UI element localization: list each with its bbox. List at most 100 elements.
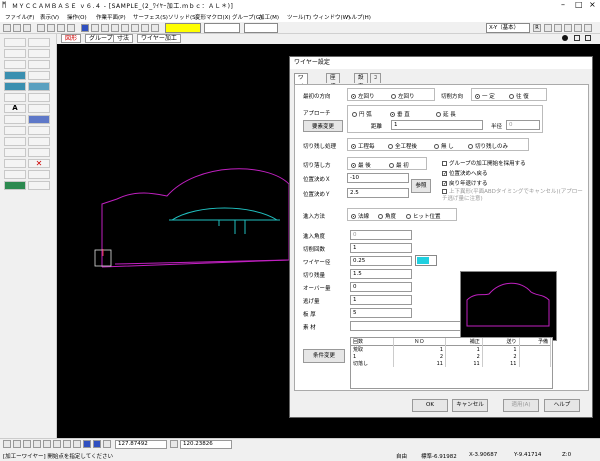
wire-tool-icon[interactable] [28,115,50,124]
pos-x-input[interactable]: -10 [347,173,409,183]
entry-angle-input[interactable]: 0 [350,230,412,240]
entry-angle-radio[interactable]: 角度 [378,212,396,220]
ok-button[interactable]: OK [412,399,448,412]
layer-icon[interactable] [81,24,89,32]
move-tool-icon[interactable] [4,126,26,135]
tab-wire-settings[interactable]: ワイヤー [294,73,308,108]
entry-normal-radio[interactable]: 法線 [351,212,369,220]
approach-extend-radio[interactable]: 延 長 [436,110,456,118]
tab-corner[interactable]: ｺｰﾅｰ [370,73,381,108]
view-3d-icon[interactable] [584,24,592,32]
snap-end-icon[interactable] [3,440,11,448]
color-select[interactable] [165,23,201,33]
save-icon[interactable] [23,24,31,32]
distance-input[interactable]: 1 [391,120,483,130]
layer-tool-icon[interactable] [28,170,50,179]
sim-tool-icon[interactable] [28,181,50,190]
zoom-icon[interactable] [91,24,99,32]
cut-icon[interactable] [47,24,55,32]
coord-mode-icon[interactable] [170,440,178,448]
help-button[interactable]: ヘルプ [544,399,580,412]
extrude-tool-icon[interactable] [28,82,50,91]
surface-tool-icon[interactable] [4,71,26,80]
minimize-icon[interactable]: – [561,1,565,9]
remain-input[interactable]: 1.5 [350,269,412,279]
approach-arc-radio[interactable]: 円 弧 [352,110,372,118]
group-start-checkbox[interactable]: グループの加工開始を採用する [442,159,526,167]
menu-workplane[interactable]: 作業平面(P) [96,13,126,21]
cancel-button[interactable]: キャンセル [452,399,488,412]
copy-tool-icon[interactable] [4,148,26,157]
view-top-icon[interactable] [544,24,552,32]
coord-y-field[interactable]: 120.23826 [180,440,232,449]
delete-tool-icon[interactable]: ✕ [28,159,50,168]
snap-abs-icon[interactable] [103,440,111,448]
menu-machining[interactable]: 加工(M) [259,13,279,21]
menu-help[interactable]: ヘルプ(H) [346,13,371,21]
measure-tool-icon[interactable] [4,170,26,179]
view-front-icon[interactable] [554,24,562,32]
return-retract-checkbox[interactable]: ✓ 戻り年退けする [442,179,488,187]
menu-group[interactable]: グループ(G) [232,13,262,21]
new-icon[interactable] [3,24,11,32]
snap-dot-icon[interactable] [562,35,568,41]
cutoff-each-radio[interactable]: 工程毎 [351,142,375,150]
maximize-icon[interactable]: □ [575,1,583,9]
snap-tangent-icon[interactable] [53,440,61,448]
snap-intersect-icon[interactable] [33,440,41,448]
menu-operation[interactable]: 操作(O) [67,13,87,21]
menu-solid[interactable]: ソリッド(S) [168,13,198,21]
radius-input[interactable]: 0 [506,120,540,130]
menu-surface[interactable]: サーフェス(S) [133,13,168,21]
linetype-select[interactable] [204,23,240,33]
order-first-radio[interactable]: 最 初 [389,161,409,169]
tab-coordinate[interactable]: 座標系 [326,73,340,99]
path-tool-icon[interactable] [4,181,26,190]
wire-color-picker[interactable] [415,255,437,266]
fit-icon[interactable] [121,24,129,32]
point2-tool-icon[interactable] [28,38,50,47]
view-r-button[interactable]: R [533,24,541,32]
cutoff-only-radio[interactable]: 切り残しのみ [468,142,508,150]
tab-wire[interactable]: ワイヤー加工 [137,34,181,43]
menu-view[interactable]: 表示(V) [40,13,59,21]
menu-file[interactable]: ファイル(F) [5,13,34,21]
scale-tool-icon[interactable] [28,137,50,146]
grid-icon[interactable] [131,24,139,32]
entry-hit-radio[interactable]: ヒット位置 [406,212,441,220]
apply-button[interactable]: 適用(A) [503,399,539,412]
taper-cancel-checkbox[interactable]: 上下異形(平面ABDタイミングでキャンセル)(アプローチ逃げ量に注意) [442,189,587,203]
over-input[interactable]: 0 [350,282,412,292]
pan-icon[interactable] [101,24,109,32]
offset-tool-icon[interactable] [4,93,26,102]
reciprocate-radio[interactable]: 往 復 [509,92,529,100]
thickness-input[interactable]: 5 [350,308,412,318]
tab-dimension[interactable]: 寸法 [113,34,134,43]
close-icon[interactable]: × [589,1,596,9]
approach-perp-radio[interactable]: 垂 直 [390,110,410,118]
undo-icon[interactable] [151,24,159,32]
solid-tool-icon[interactable] [4,82,26,91]
constant-radio[interactable]: 一 定 [475,92,495,100]
wire-diameter-input[interactable]: 0.25 [350,256,412,266]
view-select[interactable]: X-Y（基本） [486,23,530,33]
paste-icon[interactable] [67,24,75,32]
snap-perp-icon[interactable] [43,440,51,448]
menu-tools[interactable]: ツール(T) [287,13,311,21]
snap-grid-icon[interactable] [83,440,91,448]
mirror-tool-icon[interactable] [4,137,26,146]
dir-right-radio[interactable]: 左回り [391,92,415,100]
cut-count-input[interactable]: 1 [350,243,412,253]
tab-group[interactable]: グループ [85,34,117,43]
break-tool-icon[interactable] [4,159,26,168]
hatch-tool-icon[interactable] [28,104,50,113]
snap-center-icon[interactable] [23,440,31,448]
grid-toggle-icon[interactable] [574,35,580,41]
view-side-icon[interactable] [564,24,572,32]
menu-macro[interactable]: 変形マクロ(X) [195,13,231,21]
array-tool-icon[interactable] [28,148,50,157]
trim-tool-icon[interactable] [28,93,50,102]
table-row[interactable]: 切落し 11 11 11 [351,360,551,367]
fillet-tool-icon[interactable] [28,71,50,80]
reference-button[interactable]: 参照 [411,179,431,193]
